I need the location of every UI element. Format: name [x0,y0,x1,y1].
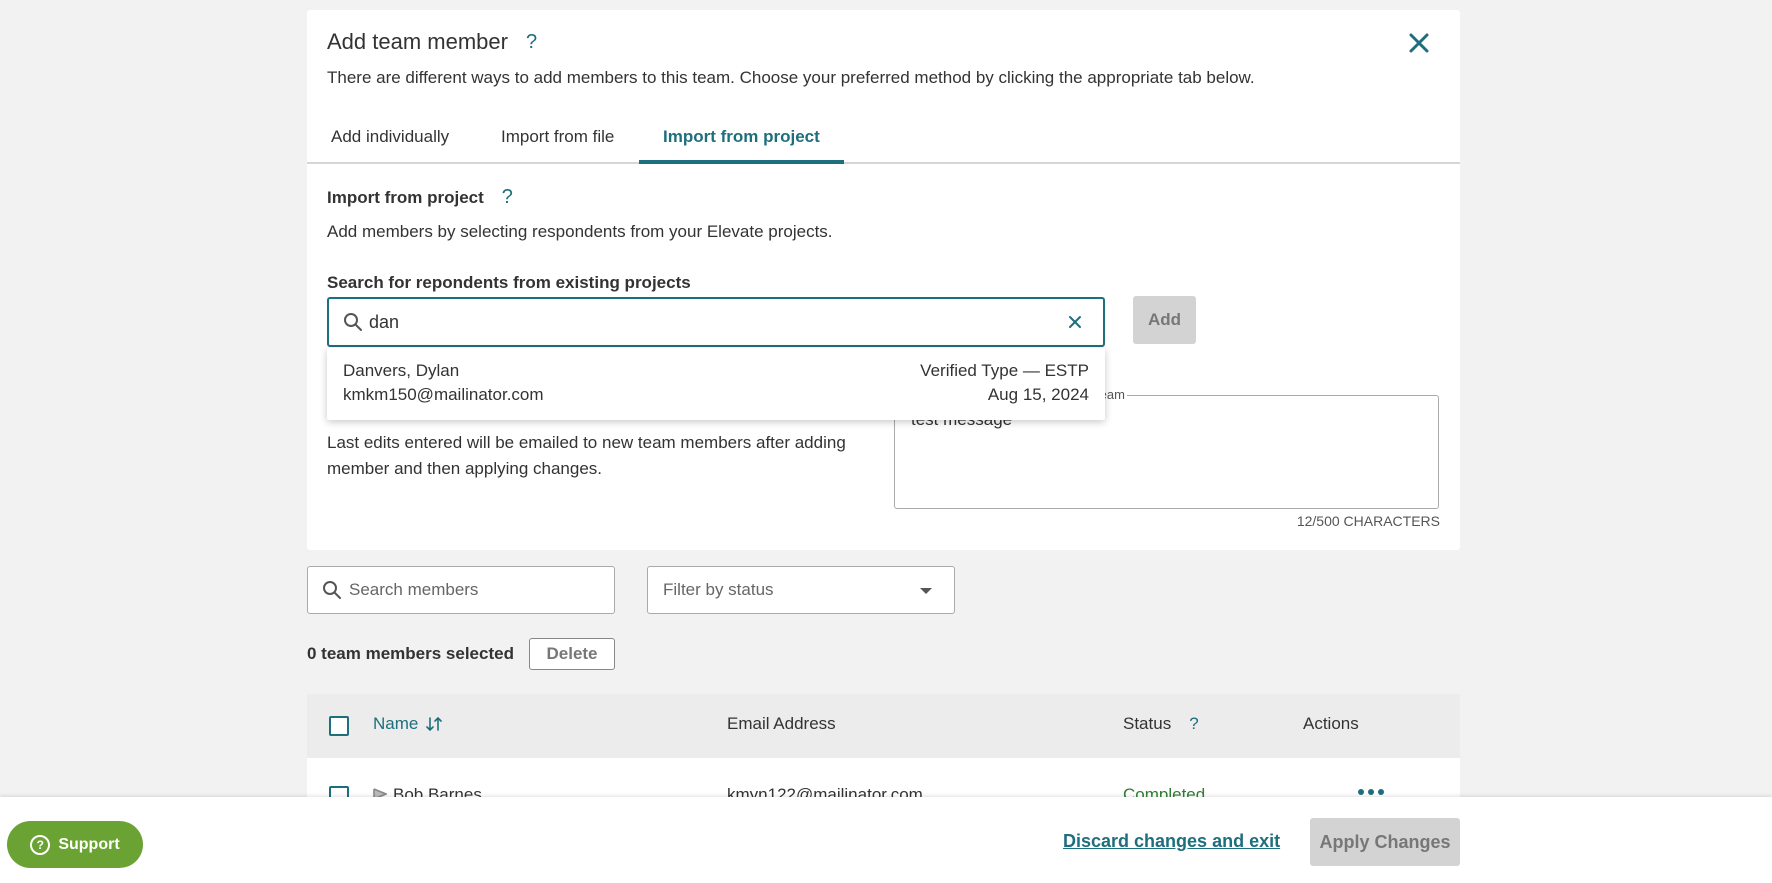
support-button[interactable]: ? Support [7,821,143,868]
name-header-label: Name [373,714,419,733]
table-header: Name Email Address Status ? Actions [307,694,1460,758]
tab-import-from-project[interactable]: Import from project [639,118,844,164]
filter-status-select[interactable]: Filter by status [647,566,955,614]
search-suggestion[interactable]: Danvers, Dylan kmkm150@mailinator.com Ve… [327,348,1105,420]
tab-import-from-file[interactable]: Import from file [477,118,638,164]
name-column-header[interactable]: Name [373,714,443,734]
actions-column-header: Actions [1303,714,1359,733]
search-value: dan [369,312,400,332]
support-label: Support [58,835,120,853]
footer-bar: ? Support Discard changes and exit Apply… [0,797,1772,883]
section-title: Import from project ? [327,186,513,209]
suggestion-email: kmkm150@mailinator.com [343,385,544,404]
selected-count: 0 team members selected [307,644,514,663]
respondent-search-input[interactable]: dan [327,297,1105,347]
suggestion-type: Verified Type — ESTP [920,361,1089,380]
close-icon[interactable] [1406,30,1432,56]
section-title-text: Import from project [327,187,484,207]
apply-changes-button[interactable]: Apply Changes [1310,818,1460,866]
search-members-input[interactable]: Search members [307,566,615,614]
modal-description: There are different ways to add members … [327,68,1255,87]
select-all-checkbox[interactable] [329,716,349,736]
help-icon[interactable]: ? [1189,714,1198,734]
character-count: 12/500 CHARACTERS [1296,513,1440,529]
suggestion-name: Danvers, Dylan [343,361,460,380]
help-icon[interactable]: ? [502,186,513,209]
modal-title: Add team member ? [327,29,537,55]
search-icon [323,581,341,599]
delete-button[interactable]: Delete [529,638,615,670]
email-column-header: Email Address [727,714,836,733]
search-label: Search for repondents from existing proj… [327,273,691,292]
discard-changes-link[interactable]: Discard changes and exit [1063,831,1280,852]
add-button[interactable]: Add [1133,296,1196,344]
suggestion-date: Aug 15, 2024 [987,385,1089,404]
add-team-member-panel: Add team member ? There are different wa… [307,10,1460,550]
row-actions-menu-icon[interactable] [1358,789,1384,795]
modal-title-text: Add team member [327,29,508,54]
message-description: Last edits entered will be emailed to ne… [327,433,846,478]
search-icon [344,313,362,331]
help-circle-icon: ? [30,834,51,855]
clear-icon[interactable] [1067,314,1083,330]
help-icon[interactable]: ? [526,31,537,54]
sort-icon [426,717,443,731]
chevron-down-icon [920,588,932,594]
status-header-label: Status [1123,714,1172,733]
search-members-placeholder: Search members [349,580,479,599]
filter-placeholder: Filter by status [663,580,774,599]
tab-bar: Add individually Import from file Import… [307,118,1460,164]
section-description: Add members by selecting respondents fro… [327,222,833,241]
tab-add-individually[interactable]: Add individually [307,118,473,164]
status-column-header: Status ? [1123,714,1199,734]
